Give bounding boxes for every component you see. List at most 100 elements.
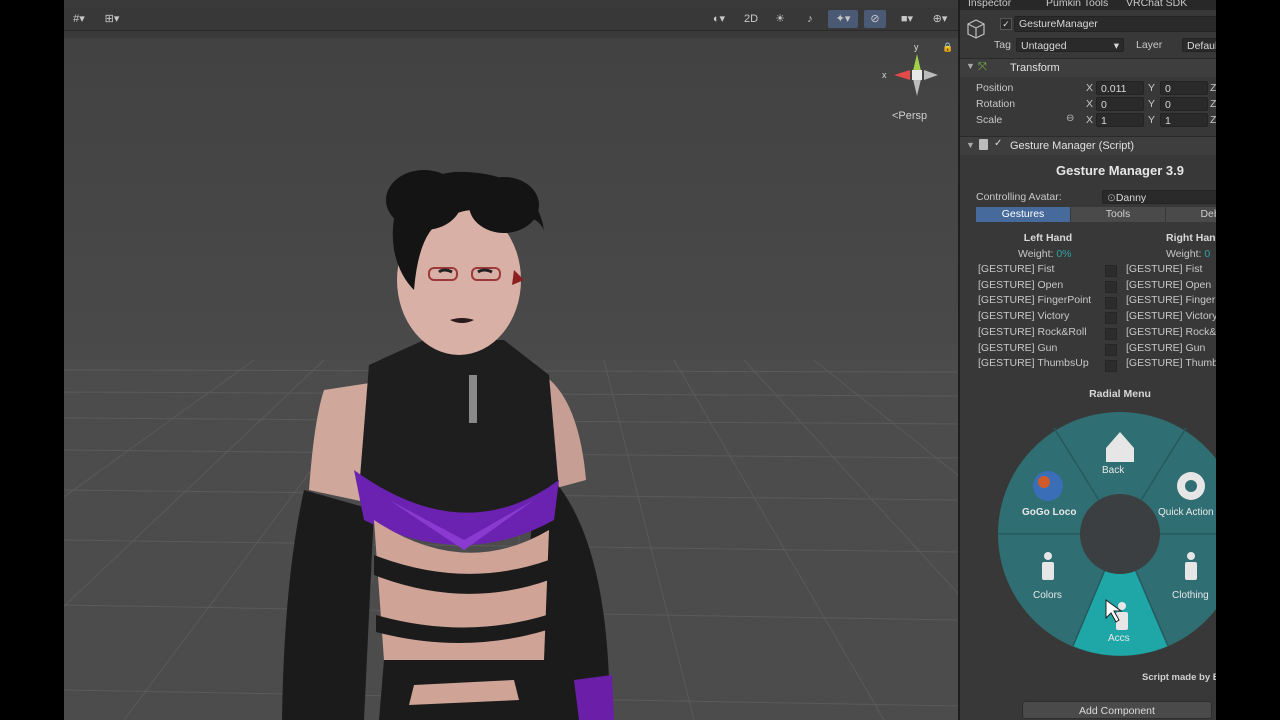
left-toggle-open[interactable] <box>1105 281 1117 293</box>
foldout-arrow-icon[interactable]: ▼ <box>966 140 975 150</box>
left-weight: Weight: 0% <box>1018 248 1072 260</box>
radial-gogo-loco-label[interactable]: GoGo Loco <box>1022 507 1076 518</box>
layer-dropdown[interactable]: Default <box>1182 38 1218 52</box>
left-gesture-list: [GESTURE] Fist [GESTURE] Open [GESTURE] … <box>978 262 1091 372</box>
tab-gestures[interactable]: Gestures <box>976 207 1070 222</box>
radial-menu-title: Radial Menu <box>1089 388 1151 400</box>
editor-tabs: Inspector Pumkin Tools VRChat SDK <box>960 0 1218 10</box>
enabled-checkbox[interactable]: ✓ <box>994 138 1002 149</box>
right-gesture-fingerpoint[interactable]: [GESTURE] FingerP <box>1126 293 1218 309</box>
position-x-field[interactable]: 0.011 <box>1096 81 1144 95</box>
transform-header[interactable]: ▼ ⤧ Transform <box>960 58 1218 77</box>
left-toggle-rockroll[interactable] <box>1105 328 1117 340</box>
radial-clothing-label[interactable]: Clothing <box>1172 590 1209 601</box>
projection-label[interactable]: <Persp <box>892 110 927 122</box>
right-gesture-open[interactable]: [GESTURE] Open <box>1126 278 1218 294</box>
tag-label: Tag <box>994 39 1011 51</box>
effects-icon[interactable]: ✦▾ <box>828 10 858 28</box>
foldout-arrow-icon[interactable]: ▼ <box>966 61 975 71</box>
tab-vrchat-sdk[interactable]: VRChat SDK <box>1126 0 1187 9</box>
right-margin <box>1216 0 1280 720</box>
left-gesture-gun[interactable]: [GESTURE] Gun <box>978 341 1091 357</box>
left-toggle-victory[interactable] <box>1105 312 1117 324</box>
right-gesture-victory[interactable]: [GESTURE] Victory <box>1126 309 1218 325</box>
rotation-x-label: X <box>1086 98 1094 110</box>
radial-back-label[interactable]: Back <box>1102 465 1124 476</box>
left-gesture-thumbsup[interactable]: [GESTURE] ThumbsUp <box>978 356 1091 372</box>
gesture-manager-heading: Gesture Manager 3.9 <box>1056 163 1184 178</box>
left-toggle-fist[interactable] <box>1105 265 1117 277</box>
gameobject-icon <box>967 19 985 39</box>
tab-tools[interactable]: Tools <box>1071 207 1165 222</box>
snap-icon[interactable]: ⊞▾ <box>98 10 126 28</box>
component-title: Gesture Manager (Script) <box>1010 140 1135 152</box>
tab-debug[interactable]: Debu <box>1166 207 1218 222</box>
add-component-button[interactable]: Add Component <box>1022 701 1212 719</box>
controlling-avatar-field[interactable]: ⊙Danny <box>1102 190 1218 204</box>
position-y-label: Y <box>1148 82 1156 94</box>
scene-toolbar: #▾ ⊞▾ ◐▾ 2D ☀ ♪ ✦▾ ⊘ ■▾ ⊕▾ <box>64 0 958 38</box>
chevron-down-icon: ▾ <box>1113 40 1119 52</box>
svg-text:x: x <box>882 70 887 80</box>
right-gesture-thumbsup[interactable]: [GESTURE] Thumbs <box>1126 356 1218 372</box>
right-hand-title: Right Hand <box>1166 232 1218 244</box>
left-gesture-victory[interactable]: [GESTURE] Victory <box>978 309 1091 325</box>
radial-colors-label[interactable]: Colors <box>1033 590 1062 601</box>
2d-toggle-button[interactable]: 2D <box>740 10 762 28</box>
rotation-x-field[interactable]: 0 <box>1096 97 1144 111</box>
script-credit: Script made by B <box>1142 672 1218 683</box>
rotation-y-field[interactable]: 0 <box>1160 97 1208 111</box>
left-toggle-thumbsup[interactable] <box>1105 360 1117 372</box>
lighting-icon[interactable]: ☀ <box>770 10 790 28</box>
unity-editor: #▾ ⊞▾ ◐▾ 2D ☀ ♪ ✦▾ ⊘ ■▾ ⊕▾ x y 🔒 <Persp <box>0 0 1280 720</box>
constrain-proportions-icon[interactable]: ⊖ <box>1066 113 1074 124</box>
hidden-objects-icon[interactable]: ⊘ <box>864 10 886 28</box>
position-x-label: X <box>1086 82 1094 94</box>
rotation-y-label: Y <box>1148 98 1156 110</box>
right-gesture-rockroll[interactable]: [GESTURE] Rock&R <box>1126 325 1218 341</box>
tab-pumkin-tools[interactable]: Pumkin Tools <box>1046 0 1108 9</box>
scale-label: Scale <box>976 114 1003 126</box>
position-y-field[interactable]: 0 <box>1160 81 1208 95</box>
right-gesture-gun[interactable]: [GESTURE] Gun <box>1126 341 1218 357</box>
svg-text:🔒: 🔒 <box>942 42 953 52</box>
right-gesture-fist[interactable]: [GESTURE] Fist <box>1126 262 1218 278</box>
tag-dropdown[interactable]: Untagged ▾ <box>1016 38 1124 52</box>
grid-toggle-icon[interactable]: #▾ <box>66 10 92 28</box>
controlling-avatar-label: Controlling Avatar: <box>976 191 1062 203</box>
scale-y-field[interactable]: 1 <box>1160 113 1208 127</box>
scene-view[interactable]: #▾ ⊞▾ ◐▾ 2D ☀ ♪ ✦▾ ⊘ ■▾ ⊕▾ x y 🔒 <Persp <box>64 0 958 720</box>
right-weight: Weight: 0 <box>1166 248 1210 260</box>
left-weight-value: 0% <box>1056 248 1072 260</box>
left-gesture-fingerpoint[interactable]: [GESTURE] FingerPoint <box>978 293 1091 309</box>
position-label: Position <box>976 82 1014 94</box>
gesture-manager-header[interactable]: ▼ ✓ Gesture Manager (Script) <box>960 136 1218 155</box>
tab-inspector[interactable]: Inspector <box>968 0 1011 9</box>
shading-mode-icon[interactable]: ◐▾ <box>704 10 734 28</box>
scale-x-field[interactable]: 1 <box>1096 113 1144 127</box>
left-gesture-fist[interactable]: [GESTURE] Fist <box>978 262 1091 278</box>
left-gesture-rockroll[interactable]: [GESTURE] Rock&Roll <box>978 325 1091 341</box>
active-checkbox[interactable]: ✓ <box>1000 18 1012 30</box>
object-header: ✓ GestureManager Tag Untagged ▾ Layer Def… <box>960 14 1218 62</box>
camera-icon[interactable]: ■▾ <box>894 10 920 28</box>
controlling-avatar-value: Danny <box>1115 192 1147 204</box>
scale-x-label: X <box>1086 114 1094 126</box>
scale-y-label: Y <box>1148 114 1156 126</box>
left-toggle-gun[interactable] <box>1105 344 1117 356</box>
right-weight-value: 0 <box>1204 248 1211 260</box>
radial-accs-label[interactable]: Accs <box>1108 633 1130 644</box>
radial-menu[interactable] <box>998 410 1218 658</box>
scene-toolbar-strip <box>64 8 958 31</box>
audio-icon[interactable]: ♪ <box>800 10 820 28</box>
radial-quick-actions-label[interactable]: Quick Action <box>1158 507 1214 518</box>
object-name-field[interactable]: GestureManager <box>1014 16 1218 32</box>
avatar-model[interactable] <box>214 160 714 720</box>
gizmos-icon[interactable]: ⊕▾ <box>926 10 954 28</box>
svg-text:y: y <box>914 42 919 52</box>
rotation-label: Rotation <box>976 98 1016 110</box>
layer-label: Layer <box>1136 39 1163 51</box>
left-gesture-open[interactable]: [GESTURE] Open <box>978 278 1091 294</box>
left-hand-title: Left Hand <box>1023 232 1073 244</box>
left-toggle-fingerpoint[interactable] <box>1105 297 1117 309</box>
